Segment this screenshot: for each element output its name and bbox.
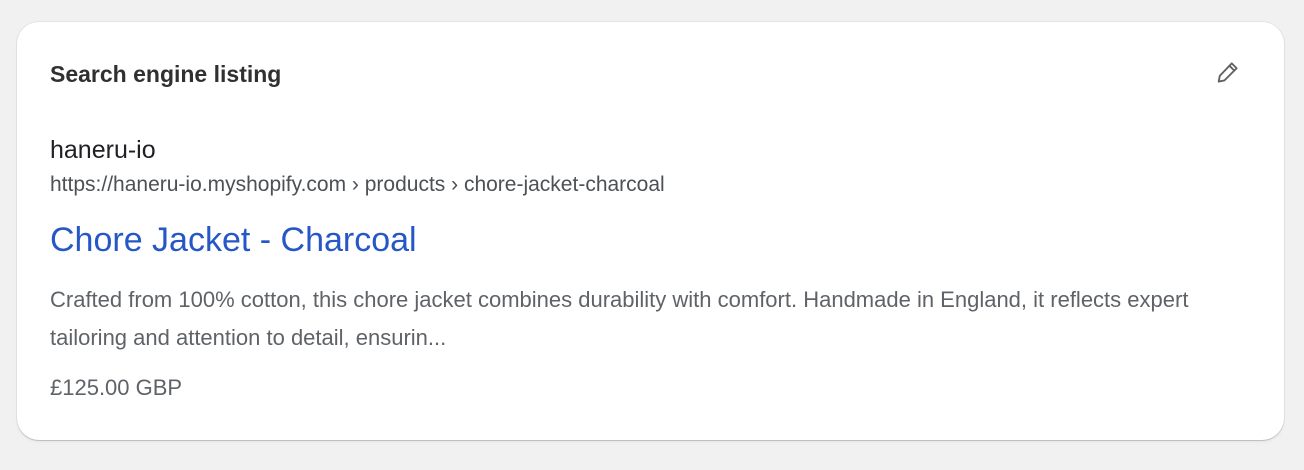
edit-button[interactable] xyxy=(1211,57,1245,91)
listing-title-link[interactable]: Chore Jacket - Charcoal xyxy=(50,219,417,261)
listing-description: Crafted from 100% cotton, this chore jac… xyxy=(50,287,1189,350)
search-engine-listing-card: Search engine listing haneru-io https://… xyxy=(17,22,1284,440)
card-title: Search engine listing xyxy=(50,61,282,87)
listing-price: £125.00 GBP xyxy=(50,375,183,400)
site-url: https://haneru-io.myshopify.com › produc… xyxy=(50,173,665,196)
site-name: haneru-io xyxy=(50,136,156,164)
pencil-icon xyxy=(1214,58,1242,91)
